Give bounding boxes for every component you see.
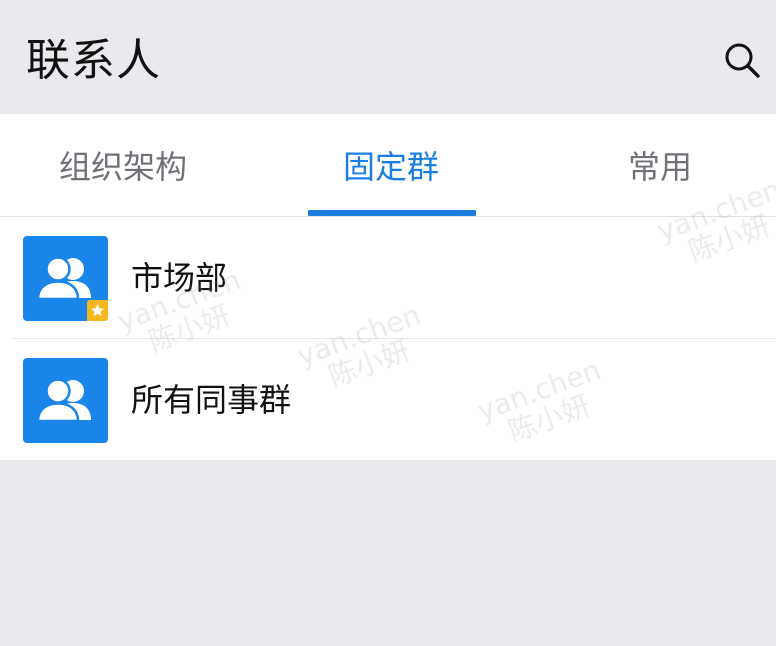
group-list: 市场部 所有同事群 <box>0 217 776 460</box>
group-avatar <box>23 358 108 443</box>
list-item-group[interactable]: 所有同事群 <box>0 339 776 460</box>
group-icon <box>36 378 91 423</box>
list-item-group[interactable]: 市场部 <box>0 217 776 339</box>
page-title: 联系人 <box>26 35 161 86</box>
group-avatar <box>23 236 108 321</box>
tab-fixed-groups[interactable]: 固定群 <box>293 114 489 216</box>
search-icon[interactable] <box>722 40 762 80</box>
star-icon <box>87 300 108 321</box>
tab-org-structure[interactable]: 组织架构 <box>0 114 246 216</box>
tab-frequent[interactable]: 常用 <box>560 114 760 216</box>
group-name: 市场部 <box>131 259 228 297</box>
group-name: 所有同事群 <box>131 381 292 419</box>
tab-bar: 组织架构 固定群 常用 <box>0 114 776 216</box>
app-header: 联系人 <box>0 0 776 114</box>
